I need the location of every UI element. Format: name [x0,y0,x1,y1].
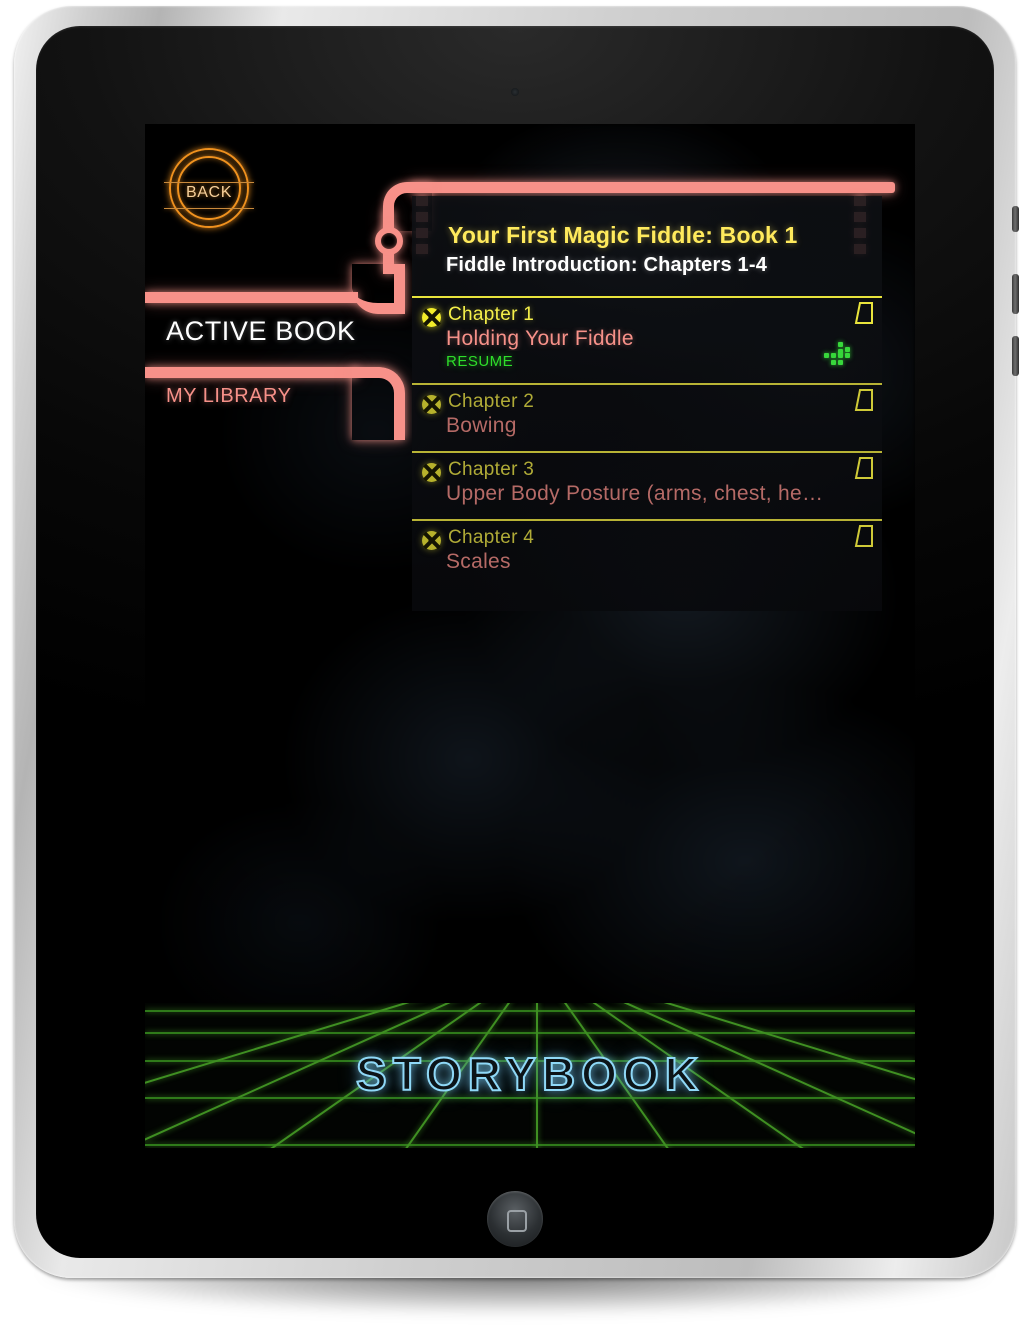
resume-crosshair-icon[interactable] [824,342,854,368]
back-button[interactable]: BACK [164,146,254,230]
chapter-status: RESUME [446,353,514,370]
chapter-name: Upper Body Posture (arms, chest, he… [446,482,824,505]
chapter-name: Scales [446,550,511,573]
back-rule-top [164,182,254,183]
home-button[interactable] [487,1191,543,1247]
app-screen: BACK ACTIVE BOOK MY LIBRARY Your First M… [145,124,915,1148]
rail-active-book-line [145,292,358,303]
chapter-number: Chapter 4 [448,527,535,548]
storybook-wordmark: STORYBOOK [355,1047,704,1101]
book-title: Your First Magic Fiddle: Book 1 [448,222,798,248]
rail-my-library-corner [352,367,405,440]
side-button-2[interactable] [1012,274,1019,314]
chapter-row[interactable]: Chapter 4 Scales [412,519,882,587]
side-button-1[interactable] [1012,206,1019,232]
chapter-list: Chapter 1 Holding Your Fiddle RESUME Cha… [412,296,882,587]
rail-node-circle [375,227,403,255]
rail-top-horizontal [410,182,895,193]
back-rule-bottom [164,208,254,209]
chapter-row[interactable]: Chapter 3 Upper Body Posture (arms, ches… [412,451,882,519]
book-subtitle: Fiddle Introduction: Chapters 1-4 [446,254,768,276]
side-button-3[interactable] [1012,336,1019,376]
sidebar-item-active-book[interactable]: ACTIVE BOOK [166,316,356,347]
chapter-row[interactable]: Chapter 1 Holding Your Fiddle RESUME [412,296,882,383]
chapter-medallion-icon [422,463,441,482]
chapter-medallion-icon [422,395,441,414]
chapter-number: Chapter 1 [448,304,535,325]
chapter-name: Holding Your Fiddle [446,327,634,350]
back-button-label: BACK [186,184,232,201]
chapter-medallion-icon [422,308,441,327]
home-square-icon [507,1210,527,1232]
chapter-number: Chapter 3 [448,459,535,480]
dog-ear-icon[interactable] [848,389,874,415]
chapter-name: Bowing [446,414,517,437]
chapter-number: Chapter 2 [448,391,535,412]
sidebar-item-my-library[interactable]: MY LIBRARY [166,385,291,408]
footer-grid-panel: STORYBOOK [145,1003,915,1148]
dog-ear-icon[interactable] [848,525,874,551]
book-content-panel: Your First Magic Fiddle: Book 1 Fiddle I… [412,196,882,611]
rail-my-library-line [145,367,358,378]
chapter-row[interactable]: Chapter 2 Bowing [412,383,882,451]
chapter-medallion-icon [422,531,441,550]
dog-ear-icon[interactable] [848,302,874,328]
dog-ear-icon[interactable] [848,457,874,483]
rail-mid-corner [352,264,405,314]
front-camera-icon [511,88,519,96]
